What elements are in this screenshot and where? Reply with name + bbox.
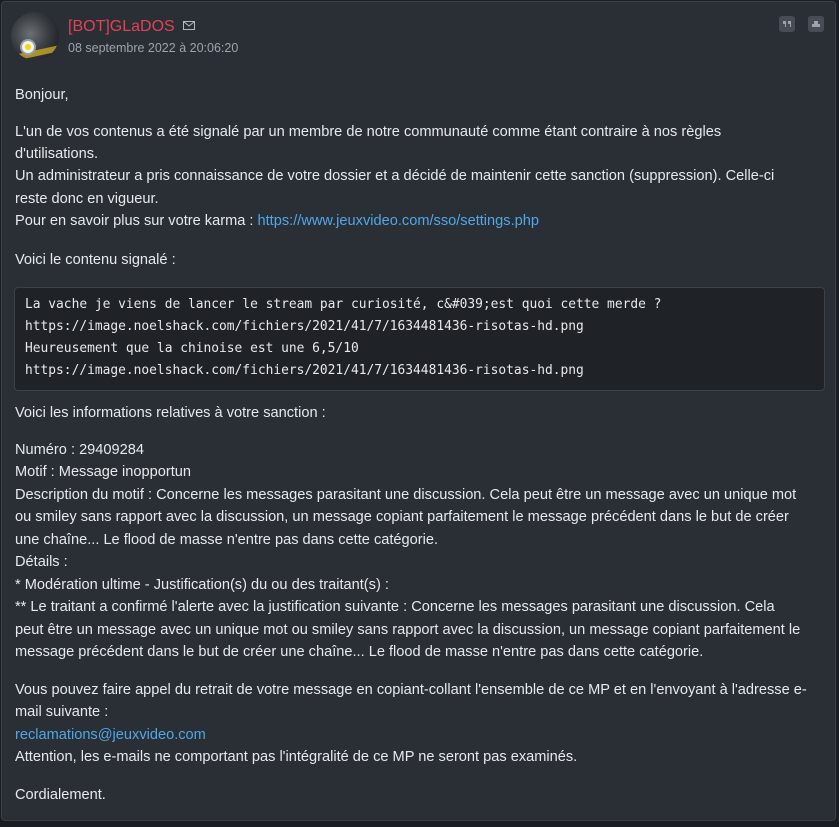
quote-button[interactable]	[779, 16, 795, 32]
closing: Cordialement.	[15, 787, 106, 803]
code-line-1: La vache je viens de lancer le stream pa…	[25, 297, 662, 312]
quote-icon	[783, 21, 791, 27]
code-line-4: https://image.noelshack.com/fichiers/202…	[25, 363, 584, 378]
warning-text: Attention, les e-mails ne comportant pas…	[15, 749, 578, 765]
details-heading: Détails :	[15, 554, 68, 570]
message-card: [BOT]GLaDOS 08 septembre 2022 à 20:06:20…	[1, 1, 836, 821]
karma-line: Pour en savoir plus sur votre karma : ht…	[15, 210, 825, 233]
intro-line-2: d'utilisations.	[15, 146, 99, 162]
detail-item-1: * Modération ultime - Justification(s) d…	[15, 577, 389, 593]
motif-description-line-2: ou smiley sans rapport avec la discussio…	[15, 509, 789, 525]
post-date: 08 septembre 2022 à 20:06:20	[68, 41, 239, 55]
karma-text: Pour en savoir plus sur votre karma :	[15, 213, 258, 229]
message-header: [BOT]GLaDOS 08 septembre 2022 à 20:06:20	[2, 2, 835, 64]
code-line-2: https://image.noelshack.com/fichiers/202…	[25, 319, 584, 334]
alert-icon	[812, 21, 820, 27]
motif-description-line-3: une chaîne... Le flood de masse n'entre …	[15, 532, 439, 548]
greeting: Bonjour,	[15, 87, 69, 103]
report-button[interactable]	[808, 16, 824, 32]
reported-content-box: La vache je viens de lancer le stream pa…	[14, 287, 825, 391]
intro-line-1: L'un de vos contenus a été signalé par u…	[15, 124, 722, 140]
appeal-email-link[interactable]: reclamations@jeuxvideo.com	[15, 727, 206, 743]
intro-line-4: reste donc en vigueur.	[15, 191, 159, 207]
motif-description-line-1: Description du motif : Concerne les mess…	[15, 487, 797, 503]
intro-line-3: Un administrateur a pris connaissance de…	[15, 168, 775, 184]
appeal-line-1: Vous pouvez faire appel du retrait de vo…	[15, 682, 807, 698]
sanction-motif: Motif : Message inopportun	[15, 464, 192, 480]
appeal-line-2: mail suivante :	[15, 704, 109, 720]
mail-icon[interactable]	[183, 21, 195, 30]
karma-link[interactable]: https://www.jeuxvideo.com/sso/settings.p…	[258, 213, 539, 229]
code-line-3: Heureusement que la chinoise est une 6,5…	[25, 341, 359, 356]
avatar[interactable]	[11, 12, 59, 60]
detail-item-2-line-2: peut être un message avec un unique mot …	[15, 622, 801, 638]
detail-item-2-line-1: ** Le traitant a confirmé l'alerte avec …	[15, 599, 775, 615]
avatar-eye	[20, 39, 36, 55]
appeal-email-line: reclamations@jeuxvideo.com	[15, 724, 825, 747]
author-name[interactable]: [BOT]GLaDOS	[68, 18, 175, 36]
reported-heading: Voici le contenu signalé :	[15, 252, 176, 268]
detail-item-2-line-3: message précédent dans le but de créer u…	[15, 644, 704, 660]
sanction-number: Numéro : 29409284	[15, 442, 144, 458]
sanction-heading: Voici les informations relatives à votre…	[15, 405, 326, 421]
